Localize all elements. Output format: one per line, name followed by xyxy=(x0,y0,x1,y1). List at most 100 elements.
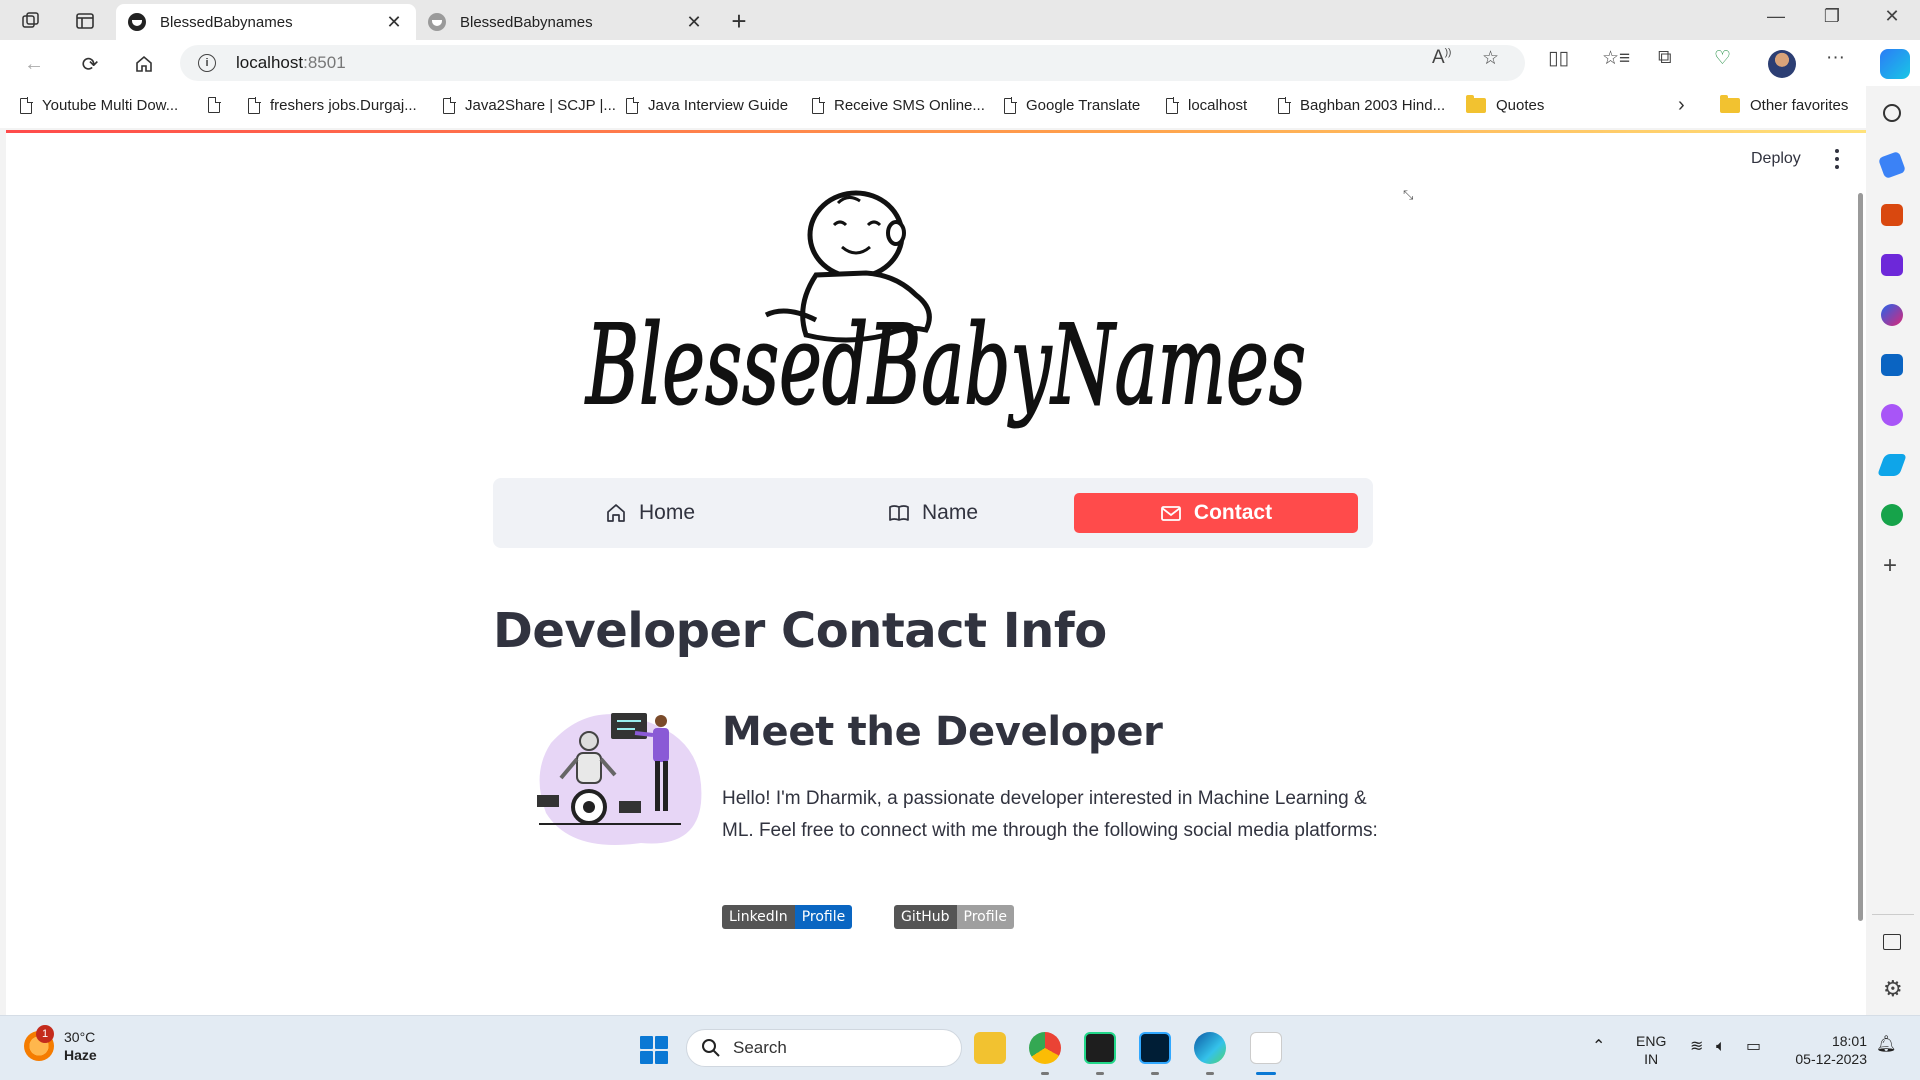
collections-icon[interactable]: ⧉ xyxy=(1658,47,1672,69)
microsoft-365-icon[interactable] xyxy=(1881,304,1903,326)
sidebar-settings-gear-icon[interactable]: ⚙ xyxy=(1883,976,1903,1002)
running-indicator xyxy=(1041,1072,1049,1075)
address-bar[interactable]: i localhost:8501 xyxy=(180,45,1525,81)
other-favorites-folder[interactable]: Other favorites xyxy=(1720,95,1848,114)
snipping-tool-icon[interactable] xyxy=(1250,1032,1282,1064)
badge-right-label: Profile xyxy=(794,905,853,929)
streamlit-favicon-icon xyxy=(428,13,446,31)
favorite-link[interactable]: Java Interview Guide xyxy=(626,97,788,114)
badge-left-label: LinkedIn xyxy=(722,905,795,929)
vertical-scrollbar[interactable] xyxy=(1858,193,1863,921)
page-icon xyxy=(248,97,261,114)
clock-date: 05-12-2023 xyxy=(1795,1051,1867,1067)
chevron-right-icon[interactable]: › xyxy=(1678,94,1685,117)
copilot-icon[interactable] xyxy=(1880,49,1910,79)
nav-name-button[interactable]: Name xyxy=(791,493,1075,533)
page-icon xyxy=(208,96,221,113)
drop-send-icon[interactable] xyxy=(1876,454,1908,476)
windows-taskbar: 1 30°C Haze Search ⌃ ENG IN ≋ 🔈︎ ▭ 18:01… xyxy=(0,1015,1920,1080)
tab-title: BlessedBabynames xyxy=(460,13,593,31)
shopping-tag-icon[interactable] xyxy=(1877,150,1907,180)
show-hidden-icons-chevron-icon[interactable]: ⌃ xyxy=(1592,1038,1605,1056)
new-tab-button[interactable]: + xyxy=(724,6,754,37)
favorite-link[interactable]: Youtube Multi Dow... xyxy=(20,97,178,114)
system-clock[interactable]: 18:01 05-12-2023 xyxy=(1785,1032,1867,1068)
home-icon[interactable] xyxy=(128,48,160,80)
refresh-icon[interactable]: ⟳ xyxy=(74,48,106,80)
favorite-link[interactable]: freshers jobs.Durgaj... xyxy=(248,97,417,114)
favorite-label: freshers jobs.Durgaj... xyxy=(270,97,417,114)
settings-more-icon[interactable]: ··· xyxy=(1826,47,1845,69)
pycharm-icon[interactable] xyxy=(1084,1032,1116,1064)
region-code: IN xyxy=(1644,1051,1659,1067)
games-icon[interactable] xyxy=(1881,254,1903,276)
url-port: :8501 xyxy=(303,53,346,72)
nav-home-button[interactable]: Home xyxy=(508,493,792,533)
tree-icon[interactable] xyxy=(1881,504,1903,526)
battery-icon[interactable]: ▭ xyxy=(1746,1038,1761,1056)
browser-toolbar: ← ⟳ i localhost:8501 A)) ☆ ▯▯ ☆≡ ⧉ ♡ ··· xyxy=(0,40,1920,86)
favorite-link[interactable]: Java2Share | SCJP |... xyxy=(443,97,616,114)
profile-avatar[interactable] xyxy=(1768,50,1796,78)
close-tab-icon[interactable]: ✕ xyxy=(384,12,404,33)
restore-window-button[interactable]: ❐ xyxy=(1812,6,1852,32)
taskbar-search[interactable]: Search xyxy=(686,1029,962,1067)
volume-icon[interactable]: 🔈︎ xyxy=(1716,1038,1726,1056)
weather-temp: 30°C xyxy=(64,1029,96,1045)
option-menu-nav: Home Name Contact xyxy=(493,478,1373,548)
close-window-button[interactable]: ✕ xyxy=(1872,6,1912,32)
favorite-link[interactable]: Google Translate xyxy=(1004,97,1140,114)
read-aloud-icon[interactable]: A)) xyxy=(1432,47,1451,69)
designer-icon[interactable] xyxy=(1881,404,1903,426)
nav-contact-label: Contact xyxy=(1193,501,1273,524)
file-explorer-icon[interactable] xyxy=(974,1032,1006,1064)
chrome-icon[interactable] xyxy=(1029,1032,1061,1064)
back-arrow-icon[interactable]: ← xyxy=(18,48,50,80)
running-indicator xyxy=(1206,1072,1214,1075)
edge-icon[interactable] xyxy=(1194,1032,1226,1064)
running-indicator xyxy=(1151,1072,1159,1075)
minimize-window-button[interactable]: — xyxy=(1756,6,1796,32)
site-info-icon[interactable]: i xyxy=(198,54,216,72)
github-profile-badge[interactable]: GitHub Profile xyxy=(894,905,1015,929)
deploy-button[interactable]: Deploy xyxy=(1751,150,1801,168)
tab-actions-icon[interactable] xyxy=(72,8,98,34)
windows-start-icon[interactable] xyxy=(640,1036,668,1064)
hide-sidebar-icon[interactable] xyxy=(1883,934,1901,950)
close-tab-icon[interactable]: ✕ xyxy=(684,12,704,33)
workspaces-icon[interactable] xyxy=(18,8,44,34)
photoshop-icon[interactable] xyxy=(1139,1032,1171,1064)
tools-icon[interactable] xyxy=(1881,204,1903,226)
nav-name-label: Name xyxy=(921,501,979,524)
search-icon[interactable] xyxy=(1883,104,1901,122)
badge-left-label: GitHub xyxy=(894,905,957,929)
favorites-bar: Youtube Multi Dow... freshers jobs.Durga… xyxy=(0,86,1880,128)
favorite-link[interactable]: Baghban 2003 Hind... xyxy=(1278,97,1445,114)
add-sidebar-app-icon[interactable]: + xyxy=(1883,552,1897,580)
tab-blessedbabynames-active[interactable]: BlessedBabynames ✕ xyxy=(116,4,416,40)
favorite-label: localhost xyxy=(1188,97,1248,114)
wifi-icon[interactable]: ≋ xyxy=(1690,1038,1703,1056)
browser-essentials-icon[interactable]: ♡ xyxy=(1714,47,1731,70)
split-screen-icon[interactable]: ▯▯ xyxy=(1548,47,1569,70)
nav-contact-button[interactable]: Contact xyxy=(1074,493,1358,533)
notification-bell-icon[interactable]: 🔔︎ xyxy=(1876,1036,1896,1054)
main-menu-icon[interactable] xyxy=(1834,149,1840,169)
search-icon xyxy=(702,1039,720,1057)
favorite-link[interactable]: localhost xyxy=(1166,97,1247,114)
favorites-icon[interactable]: ☆≡ xyxy=(1602,47,1630,70)
favorite-link[interactable] xyxy=(208,96,221,113)
language-indicator[interactable]: ENG IN xyxy=(1636,1032,1666,1068)
search-placeholder: Search xyxy=(733,1038,787,1057)
linkedin-profile-badge[interactable]: LinkedIn Profile xyxy=(722,905,853,929)
weather-widget[interactable]: 1 30°C Haze xyxy=(24,1025,97,1064)
outlook-icon[interactable] xyxy=(1881,354,1903,376)
favorite-star-icon[interactable]: ☆ xyxy=(1482,47,1499,70)
favorite-label: Youtube Multi Dow... xyxy=(42,97,179,114)
tab-blessedbabynames[interactable]: BlessedBabynames ✕ xyxy=(416,4,716,40)
favorite-link[interactable]: Receive SMS Online... xyxy=(812,97,985,114)
page-icon xyxy=(1004,97,1017,114)
favorite-folder[interactable]: Quotes xyxy=(1466,95,1544,114)
favorite-label: Receive SMS Online... xyxy=(834,97,985,114)
weather-sun-icon: 1 xyxy=(24,1025,54,1061)
